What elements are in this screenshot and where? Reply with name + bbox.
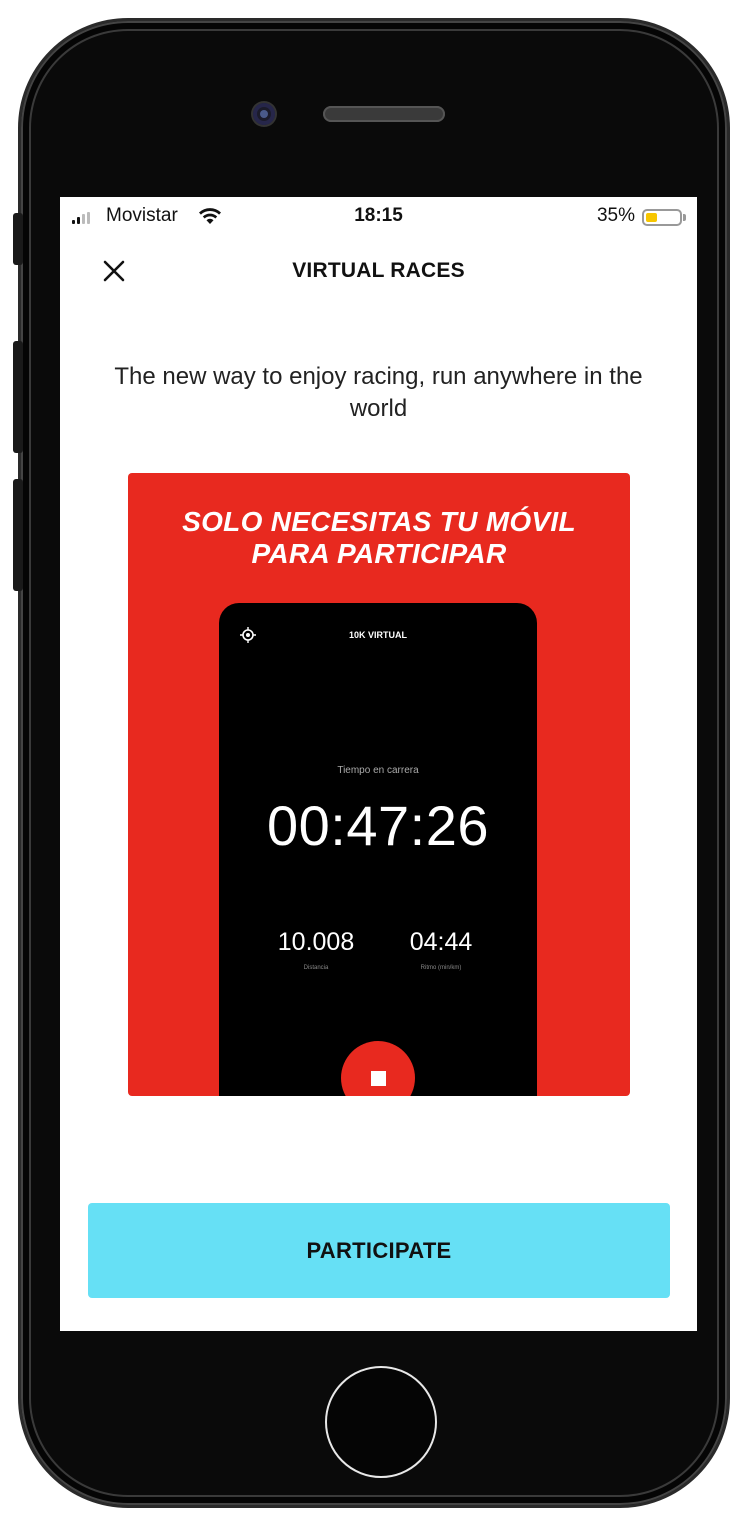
earpiece-speaker xyxy=(323,106,445,122)
battery-percent: 35% xyxy=(596,205,635,226)
stop-icon xyxy=(341,1041,415,1096)
promo-banner: SOLO NECESITAS TU MÓVIL PARA PARTICIPAR … xyxy=(128,473,630,1096)
mock-distance-value: 10.008 xyxy=(277,928,355,956)
promo-heading-line1: SOLO NECESITAS TU MÓVIL xyxy=(182,506,576,537)
mock-time-label: Tiempo en carrera xyxy=(337,765,419,776)
mock-phone-screen: 10K VIRTUAL Tiempo en carrera 00:47:26 1… xyxy=(219,603,537,1096)
front-camera xyxy=(253,103,275,125)
participate-button[interactable]: PARTICIPATE xyxy=(88,1203,670,1298)
promo-heading: SOLO NECESITAS TU MÓVIL PARA PARTICIPAR xyxy=(128,506,630,570)
battery-icon xyxy=(642,209,686,226)
mock-pace-stat: 04:44 Ritmo (min/km) xyxy=(381,928,501,971)
navigation-bar: VIRTUAL RACES xyxy=(60,245,697,297)
mock-distance-stat: 10.008 Distancia xyxy=(256,928,376,971)
mock-pace-value: 04:44 xyxy=(409,928,473,956)
mock-pace-label: Ritmo (min/km) xyxy=(420,965,462,971)
intro-text: The new way to enjoy racing, run anywher… xyxy=(114,363,643,422)
mute-switch xyxy=(13,213,23,265)
mock-race-time: 00:47:26 xyxy=(267,794,489,857)
home-button[interactable] xyxy=(325,1366,437,1478)
volume-up-button xyxy=(13,341,23,453)
promo-heading-line2: PARA PARTICIPAR xyxy=(251,538,507,569)
mock-distance-label: Distancia xyxy=(303,965,329,971)
battery-fill xyxy=(646,213,658,222)
volume-down-button xyxy=(13,479,23,591)
status-bar: Movistar 18:15 35% xyxy=(60,197,697,237)
page-title: VIRTUAL RACES xyxy=(292,259,465,282)
app-screen: Movistar 18:15 35% VIRTUAL RACES The new… xyxy=(60,197,697,1331)
mock-race-name: 10K VIRTUAL xyxy=(348,630,407,640)
